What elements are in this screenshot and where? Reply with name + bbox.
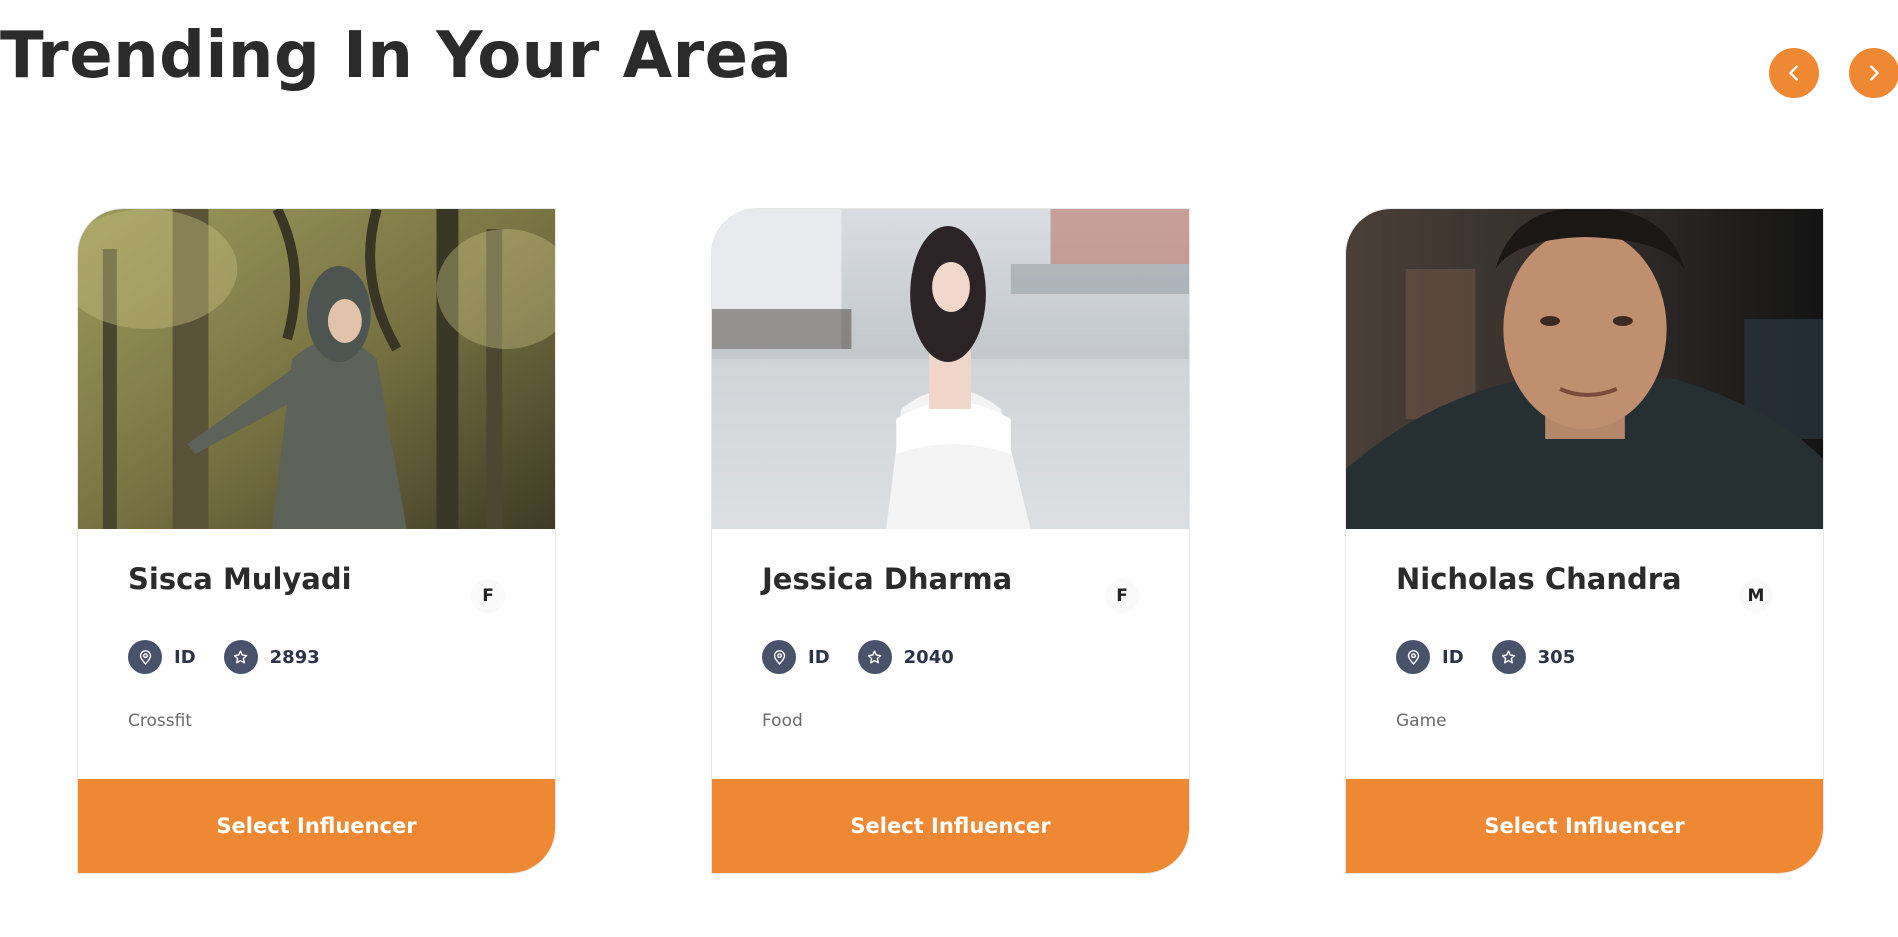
select-influencer-button[interactable]: Select Influencer <box>1346 779 1823 873</box>
influencer-name: Nicholas Chandra <box>1396 562 1682 596</box>
gender-badge: F <box>471 579 505 613</box>
influencer-card: Sisca Mulyadi F ID 2893 Crossfit Select … <box>77 208 556 874</box>
star-icon <box>1491 640 1526 674</box>
influencer-card: Nicholas Chandra M ID 305 Game Select In… <box>1345 208 1824 874</box>
influencer-meta: ID 305 <box>1396 640 1603 674</box>
influencer-meta: ID 2893 <box>128 640 348 674</box>
select-influencer-button[interactable]: Select Influencer <box>78 779 555 873</box>
map-pin-icon <box>762 640 796 674</box>
carousel-prev-button[interactable] <box>1769 48 1819 98</box>
country-code: ID <box>174 646 196 668</box>
rating-value: 305 <box>1537 646 1576 668</box>
star-icon <box>223 640 258 674</box>
rating-value: 2040 <box>903 646 954 668</box>
influencer-category: Crossfit <box>128 711 192 731</box>
influencer-meta: ID 2040 <box>762 640 982 674</box>
influencer-name: Sisca Mulyadi <box>128 562 352 596</box>
star-icon <box>857 640 892 674</box>
influencer-category: Food <box>762 711 803 731</box>
influencer-name: Jessica Dharma <box>762 562 1013 596</box>
map-pin-icon <box>1396 640 1430 674</box>
influencer-photo <box>78 209 555 529</box>
section-title: Trending In Your Area <box>0 19 793 93</box>
select-influencer-button[interactable]: Select Influencer <box>712 779 1189 873</box>
chevron-right-icon <box>1870 65 1879 81</box>
carousel-next-button[interactable] <box>1849 48 1898 98</box>
map-pin-icon <box>128 640 162 674</box>
rating-value: 2893 <box>269 646 320 668</box>
gender-badge: F <box>1105 579 1139 613</box>
country-code: ID <box>1442 646 1464 668</box>
influencer-card: Jessica Dharma F ID 2040 Food Select Inf… <box>711 208 1190 874</box>
influencer-photo <box>712 209 1189 529</box>
influencer-photo <box>1346 209 1823 529</box>
country-code: ID <box>808 646 830 668</box>
chevron-left-icon <box>1789 65 1798 81</box>
influencer-category: Game <box>1396 711 1447 731</box>
gender-badge: M <box>1739 579 1773 613</box>
